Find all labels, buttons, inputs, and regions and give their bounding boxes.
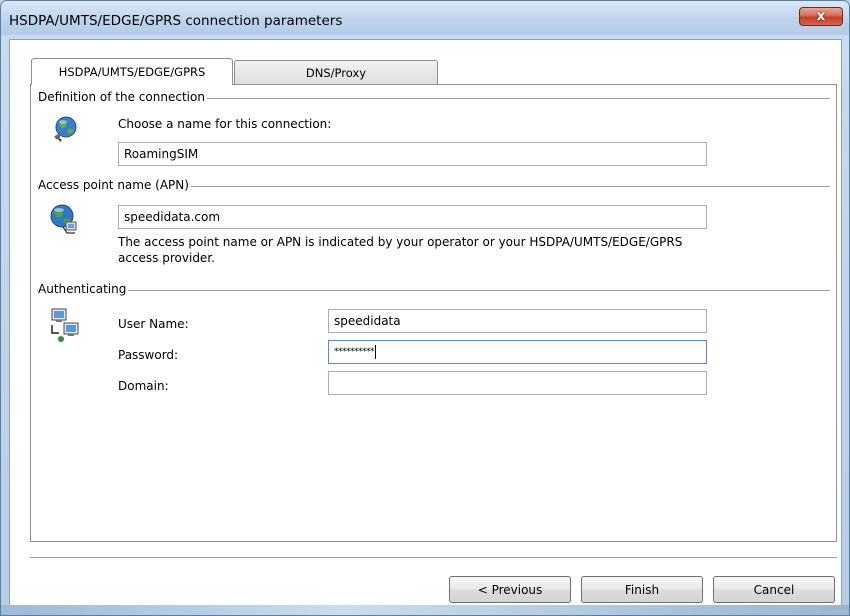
definition-group-label: Definition of the connection [38, 90, 207, 104]
username-value: speedidata [334, 314, 401, 328]
password-field[interactable]: ********** [328, 340, 707, 364]
close-icon: x [816, 9, 826, 24]
username-label: User Name: [118, 317, 189, 331]
tab-hsdpa[interactable]: HSDPA/UMTS/EDGE/GPRS [31, 58, 233, 85]
password-label: Password: [118, 348, 179, 362]
title-bar[interactable]: HSDPA/UMTS/EDGE/GPRS connection paramete… [1, 1, 849, 35]
tab-dns-proxy-label: DNS/Proxy [305, 66, 367, 80]
apn-help-line1: The access point name or APN is indicate… [118, 235, 683, 249]
connection-name-value: RoamingSIM [124, 147, 199, 161]
previous-button[interactable]: < Previous [449, 576, 571, 603]
cancel-button[interactable]: Cancel [713, 576, 835, 603]
apn-field[interactable]: speedidata.com [118, 205, 707, 229]
tab-hsdpa-label: HSDPA/UMTS/EDGE/GPRS [58, 65, 206, 79]
text-caret [375, 345, 376, 359]
connection-name-field[interactable]: RoamingSIM [118, 142, 707, 166]
window-title: HSDPA/UMTS/EDGE/GPRS connection paramete… [9, 13, 343, 29]
domain-field[interactable] [328, 371, 707, 395]
apn-help-line2: access provider. [118, 251, 215, 265]
finish-button[interactable]: Finish [581, 576, 703, 603]
username-field[interactable]: speedidata [328, 309, 707, 333]
auth-group-line [37, 290, 830, 291]
globe-network-icon [50, 204, 77, 234]
globe-connection-icon [54, 116, 77, 142]
dialog-client-area: HSDPA/UMTS/EDGE/GPRS DNS/Proxy Definitio… [9, 39, 842, 613]
window-bottom-edge [1, 605, 849, 615]
footer-separator-highlight [30, 558, 837, 559]
domain-label: Domain: [118, 379, 169, 393]
network-computers-icon [51, 308, 79, 342]
connection-name-prompt: Choose a name for this connection: [118, 117, 332, 131]
auth-group-label: Authenticating [38, 282, 129, 296]
dialog-window: HSDPA/UMTS/EDGE/GPRS connection paramete… [0, 0, 850, 616]
password-value: ********** [334, 347, 375, 357]
tab-dns-proxy[interactable]: DNS/Proxy [234, 60, 438, 85]
close-button[interactable]: x [799, 7, 843, 26]
apn-group-label: Access point name (APN) [38, 178, 191, 192]
tab-panel: Definition of the connection Choose a na… [30, 84, 837, 542]
apn-value: speedidata.com [124, 210, 221, 224]
